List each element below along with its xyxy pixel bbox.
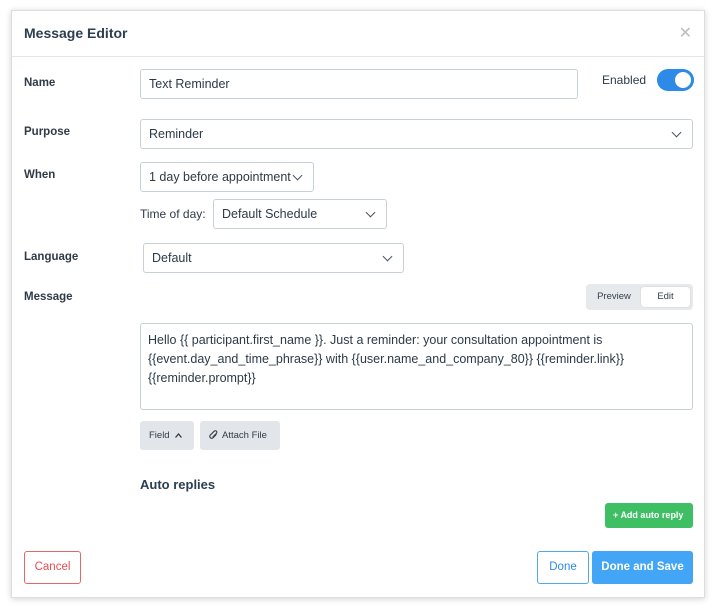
preview-tab[interactable]: Preview [589,287,639,307]
time-of-day-select[interactable]: Default Schedule [213,199,387,229]
chevron-down-icon [365,207,376,218]
toggle-knob [675,72,691,88]
when-value: 1 day before appointment [149,170,291,184]
when-label: When [24,169,56,181]
done-and-save-button[interactable]: Done and Save [592,551,693,584]
enabled-label: Enabled [602,73,647,87]
chevron-down-icon [671,127,682,138]
message-label: Message [24,291,73,303]
purpose-value: Reminder [149,127,204,141]
cancel-button[interactable]: Cancel [24,551,81,584]
time-of-day-value: Default Schedule [222,207,318,221]
name-input[interactable]: Text Reminder [140,69,578,99]
message-textarea[interactable]: Hello {{ participant.first_name }}. Just… [140,323,693,410]
chevron-down-icon [292,170,303,181]
dialog-header: Message Editor ✕ [12,11,704,57]
attach-file-button[interactable]: Attach File [200,421,280,450]
name-value: Text Reminder [149,77,230,91]
chevron-down-icon [382,251,393,262]
field-label: Field [149,430,170,441]
purpose-label: Purpose [24,126,71,138]
chevron-up-icon [175,433,182,438]
edit-tab[interactable]: Edit [641,287,690,307]
language-label: Language [24,251,79,263]
close-icon[interactable]: ✕ [679,23,692,43]
add-auto-reply-button[interactable]: + Add auto reply [605,503,693,528]
field-button[interactable]: Field [140,421,194,450]
attach-file-label: Attach File [222,430,267,441]
when-select[interactable]: 1 day before appointment [140,162,314,192]
language-select[interactable]: Default [143,243,404,273]
add-auto-reply-content: + Add auto reply [613,503,683,528]
message-text: Hello {{ participant.first_name }}. Just… [148,333,628,385]
auto-replies-heading: Auto replies [140,477,216,492]
enabled-toggle[interactable] [657,69,694,91]
name-label: Name [24,77,56,89]
preview-edit-toggle: Preview Edit [586,284,693,310]
dialog-title: Message Editor [24,25,128,41]
time-of-day-label: Time of day: [140,207,206,221]
done-button[interactable]: Done [537,551,589,584]
paperclip-icon [209,430,218,439]
plus-icon: + [613,510,619,520]
purpose-select[interactable]: Reminder [140,119,693,149]
add-auto-reply-label: Add auto reply [620,510,684,520]
language-value: Default [152,251,192,265]
message-editor-dialog: Message Editor ✕ Name Text Reminder Enab… [11,10,705,598]
